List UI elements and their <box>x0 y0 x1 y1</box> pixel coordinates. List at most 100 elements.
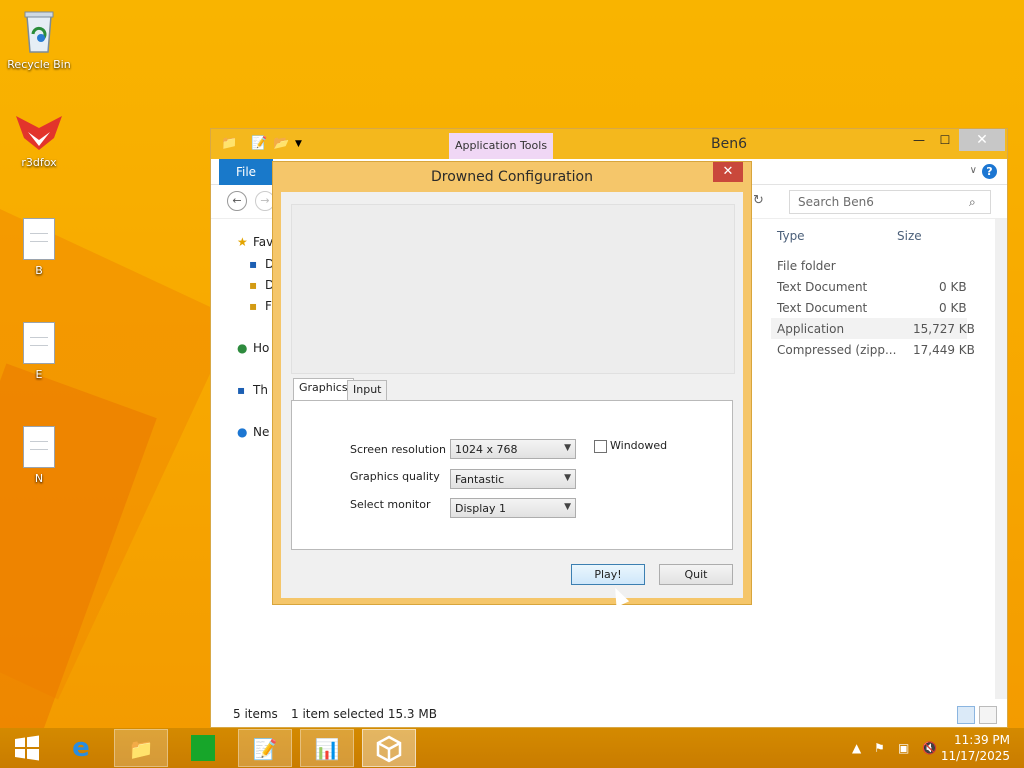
windowed-label: Windowed <box>610 439 668 452</box>
control-panel-button[interactable]: 📊 <box>300 729 354 767</box>
downloads-icon: ▪ <box>249 278 258 292</box>
window-title: Ben6 <box>711 136 747 152</box>
refresh-icon[interactable]: ↻ <box>753 193 764 208</box>
homegroup-icon: ● <box>237 341 248 355</box>
notepad-button[interactable]: 📝 <box>238 729 292 767</box>
tab-graphics[interactable]: Graphics <box>293 378 354 401</box>
nav-item-label: F <box>265 299 272 313</box>
graphics-quality-select[interactable]: Fantastic ▼ <box>450 469 576 489</box>
graphics-quality-label: Graphics quality <box>350 470 440 483</box>
unity-app-button[interactable] <box>362 729 416 767</box>
help-icon[interactable]: ? <box>982 164 997 179</box>
clock-time: 11:39 PM <box>954 733 1010 747</box>
close-button[interactable]: ✕ <box>959 129 1005 151</box>
desktop-icon-label: B <box>35 264 43 277</box>
desktop-icon-n[interactable]: N <box>1 426 77 485</box>
windows-logo-icon <box>15 735 39 761</box>
internet-explorer-button[interactable]: e <box>54 729 108 767</box>
network-icon: ● <box>237 425 248 439</box>
application-tools-tab[interactable]: Application Tools <box>449 133 554 159</box>
text-file-icon <box>23 322 55 364</box>
maximize-button[interactable]: ☐ <box>931 129 959 151</box>
chevron-down-icon: ▼ <box>564 443 571 453</box>
chevron-down-icon: ▼ <box>564 473 571 483</box>
nav-item-desktop[interactable]: ▪ D <box>249 257 274 271</box>
back-arrow-icon[interactable]: ← <box>227 191 247 211</box>
search-input[interactable]: Search Ben6 <box>789 190 991 214</box>
nav-item-favorites[interactable]: ★ Fav <box>237 235 273 249</box>
system-clock[interactable]: 11:39 PM 11/17/2025 <box>941 732 1010 764</box>
file-type-cell[interactable]: Text Document <box>777 280 867 294</box>
play-button[interactable]: Play! <box>571 564 645 585</box>
file-tab[interactable]: File <box>219 159 273 185</box>
show-hidden-icons-icon[interactable]: ▲ <box>852 741 861 755</box>
nav-item-homegroup[interactable]: ● Ho <box>237 341 269 355</box>
desktop-icon-r3dfox[interactable]: r3dfox <box>1 114 77 169</box>
selection-info: 1 item selected 15.3 MB <box>291 707 437 721</box>
file-size-cell: 0 KB <box>939 301 967 315</box>
file-type-cell[interactable]: Text Document <box>777 301 867 315</box>
minimize-button[interactable]: — <box>905 129 933 151</box>
store-button[interactable] <box>176 729 230 767</box>
file-type-cell[interactable]: File folder <box>777 259 836 273</box>
nav-item-network[interactable]: ● Ne <box>237 425 269 439</box>
dialog-close-button[interactable]: ✕ <box>713 162 743 182</box>
dialog-title: Drowned Configuration <box>430 169 593 185</box>
nav-item-this-pc[interactable]: ▪ Th <box>237 383 268 397</box>
file-type-cell[interactable]: Application <box>777 322 844 336</box>
network-icon[interactable]: ▣ <box>898 741 909 755</box>
star-icon: ★ <box>237 235 248 249</box>
internet-explorer-icon: e <box>72 733 90 763</box>
properties-icon[interactable]: 📝 <box>251 136 267 151</box>
screen-resolution-label: Screen resolution <box>350 443 446 456</box>
chevron-down-icon[interactable]: ∨ <box>970 165 977 176</box>
select-value: Display 1 <box>455 502 507 515</box>
large-icons-view-icon[interactable] <box>979 706 997 724</box>
select-monitor-label: Select monitor <box>350 498 431 511</box>
control-panel-icon: 📊 <box>314 737 340 761</box>
desktop-icon-e[interactable]: E <box>1 322 77 381</box>
windowed-checkbox[interactable] <box>594 440 607 453</box>
text-file-icon <box>23 426 55 468</box>
status-bar: 5 items 1 item selected 15.3 MB <box>211 703 1007 727</box>
action-center-flag-icon[interactable]: ⚑ <box>874 741 885 755</box>
nav-item-recent[interactable]: ▪ F <box>249 299 272 313</box>
recent-places-icon: ▪ <box>249 299 258 313</box>
vertical-scrollbar[interactable] <box>995 219 1007 699</box>
tab-input[interactable]: Input <box>347 380 388 400</box>
desktop-icon: ▪ <box>249 257 258 271</box>
column-header-size[interactable]: Size <box>897 229 922 243</box>
explorer-titlebar[interactable]: 📁 📝 📂 ▼ Application Tools Ben6 — ☐ ✕ <box>211 129 1007 159</box>
file-size-cell: 0 KB <box>939 280 967 294</box>
desktop-icon-label: E <box>35 368 43 381</box>
file-explorer-button[interactable]: 📁 <box>114 729 168 767</box>
column-header-type[interactable]: Type <box>777 229 805 243</box>
computer-icon: ▪ <box>237 383 246 397</box>
store-icon <box>191 735 215 761</box>
file-type-cell[interactable]: Compressed (zipp... <box>777 343 896 357</box>
configuration-dialog: Drowned Configuration ✕ Graphics Input S… <box>272 161 752 605</box>
volume-muted-icon[interactable]: 🔇 <box>922 741 937 755</box>
select-value: 1024 x 768 <box>455 443 518 456</box>
file-size-cell: 15,727 KB <box>913 322 975 336</box>
quit-button[interactable]: Quit <box>659 564 733 585</box>
desktop-icon-b[interactable]: B <box>1 218 77 277</box>
nav-item-label: Ne <box>253 425 270 439</box>
details-view-icon[interactable] <box>957 706 975 724</box>
start-button[interactable] <box>0 729 54 767</box>
select-monitor-select[interactable]: Display 1 ▼ <box>450 498 576 518</box>
nav-item-downloads[interactable]: ▪ D <box>249 278 274 292</box>
notepad-icon: 📝 <box>252 737 278 761</box>
text-file-icon <box>23 218 55 260</box>
screen-resolution-select[interactable]: 1024 x 768 ▼ <box>450 439 576 459</box>
chevron-down-icon[interactable]: ▼ <box>295 139 302 149</box>
desktop-icon-recycle-bin[interactable]: Recycle Bin <box>1 8 77 71</box>
chevron-down-icon: ▼ <box>564 502 571 512</box>
desktop-icon-label: Recycle Bin <box>7 58 71 71</box>
folder-icon[interactable]: 📁 <box>221 136 237 151</box>
select-value: Fantastic <box>455 473 505 486</box>
new-folder-icon[interactable]: 📂 <box>273 136 289 151</box>
dialog-titlebar[interactable]: Drowned Configuration ✕ <box>273 162 751 192</box>
search-icon[interactable]: ⌕ <box>969 195 976 210</box>
fox-icon <box>16 116 62 150</box>
